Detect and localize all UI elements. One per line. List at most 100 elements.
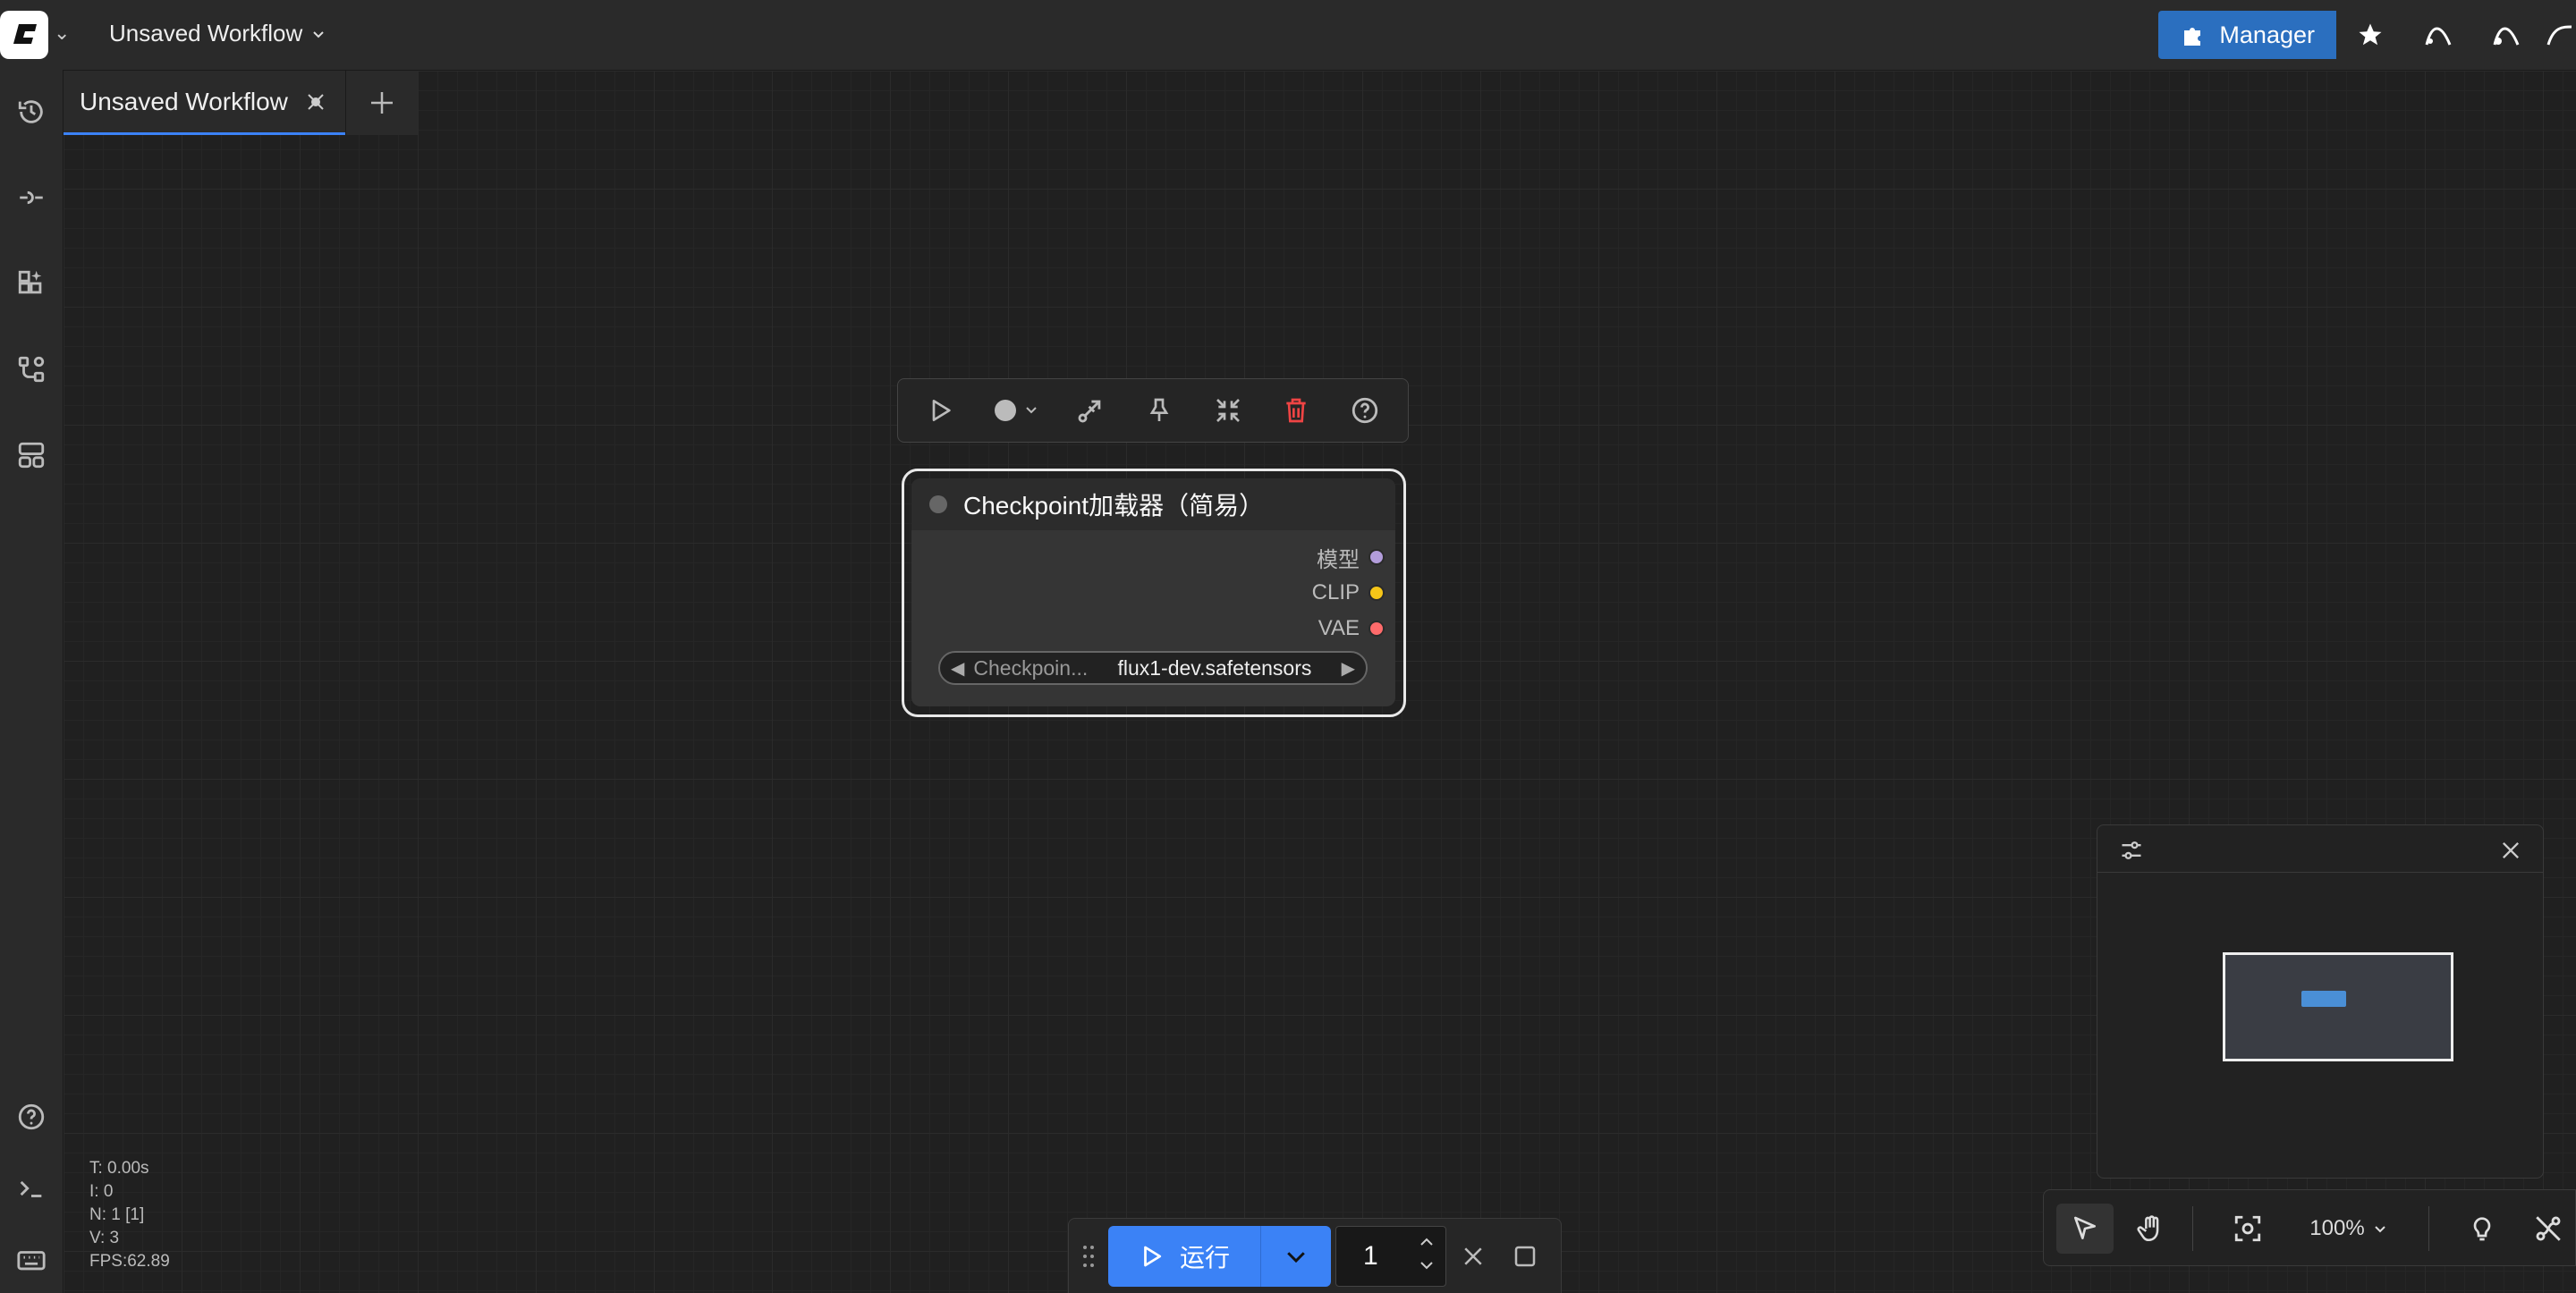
stat-fps: FPS:62.89 <box>89 1252 170 1271</box>
divider <box>2192 1206 2193 1251</box>
top-menu-bar: ⌄ Unsaved Workflow Manager <box>0 0 2576 71</box>
decrement-chevron-down-icon[interactable] <box>1417 1255 1436 1275</box>
settings-sliders-icon[interactable] <box>2119 838 2144 863</box>
left-sidebar <box>0 70 64 1293</box>
workflow-title: Unsaved Workflow <box>109 20 303 46</box>
manager-button[interactable]: Manager <box>2158 11 2336 59</box>
tab-unsaved-workflow[interactable]: Unsaved Workflow <box>64 71 345 135</box>
zoom-dropdown[interactable]: 100% <box>2300 1204 2398 1254</box>
bypass-button[interactable] <box>1065 385 1115 435</box>
collapse-arrows-icon <box>1216 399 1240 422</box>
sidebar-help[interactable] <box>9 1094 54 1139</box>
workflow-tabs: Unsaved Workflow <box>64 71 418 135</box>
node-collapse-dot[interactable] <box>929 495 947 513</box>
output-slot-dot[interactable] <box>1368 621 1385 637</box>
sidebar-keybindings[interactable] <box>9 1238 54 1282</box>
delete-node-button[interactable] <box>1271 385 1321 435</box>
stat-visible: V: 3 <box>89 1229 120 1247</box>
select-mode-button[interactable] <box>2056 1204 2114 1254</box>
node-header[interactable]: Checkpoint加载器（简易） <box>911 478 1395 530</box>
divider <box>2428 1206 2429 1251</box>
more-button[interactable] <box>2540 11 2576 59</box>
batch-count-input[interactable]: 1 <box>1335 1226 1446 1287</box>
stop-button[interactable] <box>1500 1231 1550 1281</box>
new-tab-button[interactable] <box>345 71 418 135</box>
fit-view-button[interactable] <box>2219 1204 2276 1254</box>
ckpt-name-combo[interactable]: ◀ Checkpoin... flux1-dev.safetensors ▶ <box>938 651 1368 685</box>
close-icon[interactable] <box>2498 838 2523 863</box>
checkpoint-loader-node[interactable]: Checkpoint加载器（简易） 模型 CLIP VAE ◀ Checkpoi… <box>911 478 1395 706</box>
sidebar-model-library[interactable] <box>9 261 54 306</box>
node-outputs: 模型 CLIP VAE <box>911 539 1395 646</box>
tab-label: Unsaved Workflow <box>80 87 288 115</box>
chevron-down-icon <box>1287 1252 1305 1263</box>
comfy-logo[interactable] <box>0 11 48 59</box>
sidebar-node-library[interactable] <box>9 175 54 220</box>
pin-icon <box>1149 398 1169 421</box>
node-title: Checkpoint加载器（简易） <box>963 492 1265 520</box>
help-circle-icon <box>18 1103 45 1130</box>
combo-name: Checkpoin... <box>973 655 1089 680</box>
tab-close-icon[interactable] <box>306 92 326 112</box>
increment-chevron-up-icon[interactable] <box>1417 1232 1436 1252</box>
color-picker-button[interactable] <box>985 385 1047 435</box>
chevron-down-icon <box>313 30 324 38</box>
keyboard-icon <box>17 1251 46 1271</box>
run-mode-dropdown[interactable] <box>1260 1226 1331 1287</box>
execute-node-button[interactable] <box>916 385 966 435</box>
combo-prev-arrow-icon[interactable]: ◀ <box>951 657 964 680</box>
focus-frame-icon <box>2234 1215 2261 1242</box>
combo-next-arrow-icon[interactable]: ▶ <box>1342 657 1355 680</box>
template-layout-icon <box>18 442 45 469</box>
help-circle-icon <box>1352 397 1377 424</box>
chevron-down-icon <box>2374 1226 2385 1233</box>
trash-icon <box>1286 398 1306 423</box>
node-link-icon <box>20 190 43 205</box>
pan-mode-button[interactable] <box>2123 1204 2180 1254</box>
output-slot-dot[interactable] <box>1368 549 1385 565</box>
node-help-button[interactable] <box>1340 385 1390 435</box>
link-off-icon <box>2536 1216 2561 1241</box>
plus-icon <box>371 92 393 114</box>
minimap-panel <box>2097 824 2544 1179</box>
output-label: 模型 <box>1317 547 1360 572</box>
graph-curve-icon <box>2425 27 2452 46</box>
output-vae[interactable]: VAE <box>911 611 1395 646</box>
stop-square-icon <box>1514 1246 1536 1267</box>
batch-count-value: 1 <box>1363 1241 1378 1271</box>
lightbulb-icon <box>2473 1217 2491 1241</box>
link-bypass-icon <box>1078 400 1101 423</box>
workflow-menu[interactable]: Unsaved Workflow <box>109 20 326 47</box>
pointer-arrow-icon <box>2074 1216 2096 1239</box>
model-manager-alt-button[interactable] <box>2472 11 2540 59</box>
toggle-links-button[interactable] <box>2521 1204 2575 1254</box>
play-icon <box>932 400 951 421</box>
close-icon <box>1464 1247 1482 1265</box>
output-slot-dot[interactable] <box>1368 585 1385 601</box>
collapse-button[interactable] <box>1203 385 1253 435</box>
color-circle-icon <box>994 400 1037 421</box>
model-manager-button[interactable] <box>2404 11 2472 59</box>
star-button[interactable] <box>2336 11 2404 59</box>
puzzle-icon <box>2184 28 2201 46</box>
hand-icon <box>2137 1215 2159 1242</box>
tips-button[interactable] <box>2455 1204 2509 1254</box>
run-button[interactable]: 运行 <box>1108 1226 1260 1287</box>
logo-menu-chevron-icon[interactable]: ⌄ <box>54 21 70 45</box>
sidebar-workflows[interactable] <box>9 347 54 392</box>
interrupt-button[interactable] <box>1448 1231 1498 1281</box>
sidebar-history[interactable] <box>9 89 54 134</box>
drag-handle-icon[interactable] <box>1081 1244 1096 1273</box>
sidebar-terminal[interactable] <box>9 1166 54 1211</box>
pin-button[interactable] <box>1134 385 1184 435</box>
output-label: VAE <box>1318 616 1360 640</box>
stat-nodes: N: 1 [1] <box>89 1205 145 1224</box>
star-icon <box>2359 23 2382 46</box>
output-model[interactable]: 模型 <box>911 539 1395 575</box>
sidebar-templates[interactable] <box>9 433 54 477</box>
node-selection-toolbox <box>897 378 1409 443</box>
manager-label: Manager <box>2219 21 2315 48</box>
output-clip[interactable]: CLIP <box>911 575 1395 611</box>
minimap-viewport[interactable] <box>2223 952 2453 1061</box>
terminal-icon <box>20 1180 42 1197</box>
